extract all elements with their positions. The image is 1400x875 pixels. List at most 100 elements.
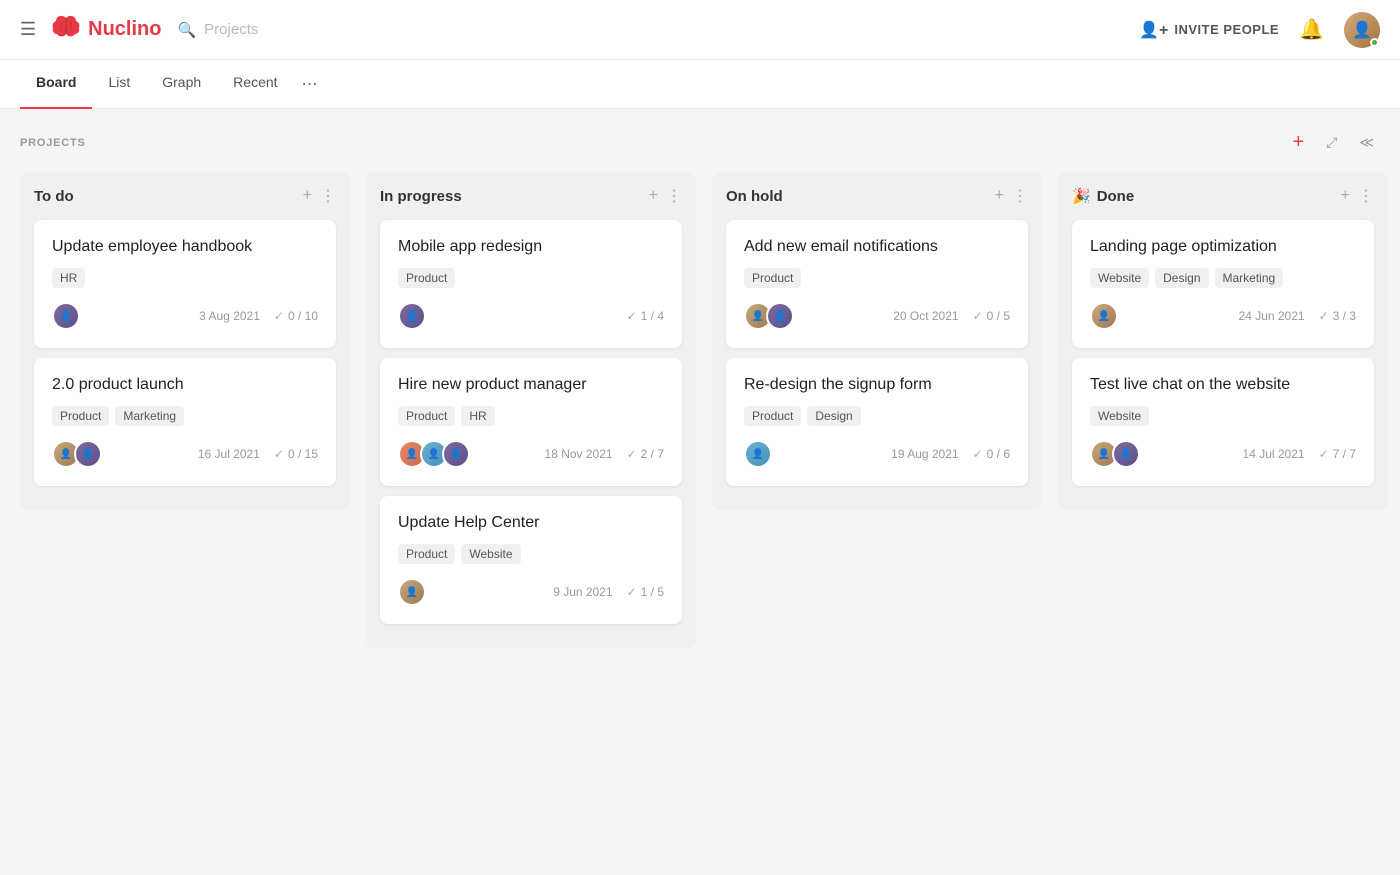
- header-left: ☰ Nuclino 🔍 Projects: [20, 14, 1139, 45]
- card-date: 16 Jul 2021: [198, 447, 260, 461]
- card-hire-manager[interactable]: Hire new product manager Product HR 👤 👤 …: [380, 358, 682, 486]
- card-tags: Product: [744, 268, 1010, 288]
- check-icon: ✓: [627, 447, 637, 461]
- avatar: 👤: [442, 440, 470, 468]
- card-tasks: ✓ 7 / 7: [1319, 447, 1356, 461]
- card-footer: 👤 19 Aug 2021 ✓ 0 / 6: [744, 440, 1010, 468]
- invite-icon: 👤+: [1139, 20, 1168, 40]
- card-footer: 👤 24 Jun 2021 ✓ 3 / 3: [1090, 302, 1356, 330]
- column-todo-title: To do: [34, 188, 74, 205]
- card-email-notifications[interactable]: Add new email notifications Product 👤 👤 …: [726, 220, 1028, 348]
- column-onhold-add[interactable]: +: [995, 187, 1004, 205]
- card-avatars: 👤 👤: [1090, 440, 1140, 468]
- card-date: 24 Jun 2021: [1239, 309, 1305, 323]
- board-header: PROJECTS + ⤢ ≪: [20, 129, 1380, 156]
- brain-icon: [52, 14, 80, 45]
- tag-design: Design: [1155, 268, 1208, 288]
- invite-button[interactable]: 👤+ INVITE PEOPLE: [1139, 20, 1279, 40]
- column-todo: To do + ⋮ Update employee handbook HR 👤: [20, 172, 350, 510]
- board-actions: + ⤢ ≪: [1286, 129, 1380, 156]
- tag-hr: HR: [461, 406, 494, 426]
- card-tasks: ✓ 0 / 6: [973, 447, 1010, 461]
- card-mobile-redesign[interactable]: Mobile app redesign Product 👤 ✓ 1 / 4: [380, 220, 682, 348]
- column-done-menu[interactable]: ⋮: [1358, 186, 1374, 206]
- tag-hr: HR: [52, 268, 85, 288]
- card-tags: Website Design Marketing: [1090, 268, 1356, 288]
- tag-marketing: Marketing: [1215, 268, 1284, 288]
- tab-list[interactable]: List: [92, 60, 146, 109]
- tab-board[interactable]: Board: [20, 60, 92, 109]
- hamburger-icon[interactable]: ☰: [20, 19, 36, 40]
- check-icon: ✓: [1319, 309, 1329, 323]
- user-avatar[interactable]: 👤: [1344, 12, 1380, 48]
- card-tags: Product Marketing: [52, 406, 318, 426]
- collapse-button[interactable]: ≪: [1353, 132, 1380, 153]
- card-tasks: ✓ 0 / 10: [274, 309, 318, 323]
- tag-website: Website: [1090, 268, 1149, 288]
- card-help-center[interactable]: Update Help Center Product Website 👤 9 J…: [380, 496, 682, 624]
- header: ☰ Nuclino 🔍 Projects 👤+ INVITE PEOPLE 🔔: [0, 0, 1400, 60]
- check-icon: ✓: [1319, 447, 1329, 461]
- tag-product: Product: [398, 544, 455, 564]
- card-footer: 👤 3 Aug 2021 ✓ 0 / 10: [52, 302, 318, 330]
- avatar: 👤: [74, 440, 102, 468]
- card-title: Test live chat on the website: [1090, 376, 1356, 394]
- column-inprogress-add[interactable]: +: [649, 187, 658, 205]
- card-title: Update employee handbook: [52, 238, 318, 256]
- card-landing-page[interactable]: Landing page optimization Website Design…: [1072, 220, 1374, 348]
- card-tasks: ✓ 3 / 3: [1319, 309, 1356, 323]
- expand-button[interactable]: ⤢: [1320, 132, 1343, 153]
- search-placeholder: Projects: [204, 21, 258, 38]
- card-product-launch[interactable]: 2.0 product launch Product Marketing 👤 👤…: [34, 358, 336, 486]
- column-done-add[interactable]: +: [1341, 187, 1350, 205]
- card-meta: ✓ 1 / 4: [627, 309, 664, 323]
- card-title: Update Help Center: [398, 514, 664, 532]
- column-inprogress-menu[interactable]: ⋮: [666, 186, 682, 206]
- column-onhold-menu[interactable]: ⋮: [1012, 186, 1028, 206]
- card-avatars: 👤 👤: [744, 302, 794, 330]
- tag-design: Design: [807, 406, 860, 426]
- column-onhold-actions: + ⋮: [995, 186, 1028, 206]
- column-done-actions: + ⋮: [1341, 186, 1374, 206]
- tab-more[interactable]: ⋯: [294, 60, 326, 108]
- tab-recent[interactable]: Recent: [217, 60, 293, 109]
- card-avatars: 👤: [52, 302, 80, 330]
- column-inprogress-header: In progress + ⋮: [380, 186, 682, 206]
- card-date: 14 Jul 2021: [1243, 447, 1305, 461]
- card-title: Mobile app redesign: [398, 238, 664, 256]
- column-inprogress: In progress + ⋮ Mobile app redesign Prod…: [366, 172, 696, 648]
- card-tags: Product: [398, 268, 664, 288]
- card-tasks: ✓ 0 / 15: [274, 447, 318, 461]
- card-footer: 👤 👤 👤 18 Nov 2021 ✓ 2 / 7: [398, 440, 664, 468]
- card-date: 18 Nov 2021: [545, 447, 613, 461]
- card-footer: 👤 👤 16 Jul 2021 ✓ 0 / 15: [52, 440, 318, 468]
- card-avatars: 👤 👤 👤: [398, 440, 470, 468]
- notifications-icon[interactable]: 🔔: [1299, 17, 1324, 42]
- tag-marketing: Marketing: [115, 406, 184, 426]
- tab-graph[interactable]: Graph: [146, 60, 217, 109]
- column-done-header: 🎉 Done + ⋮: [1072, 186, 1374, 206]
- card-tasks: ✓ 1 / 5: [627, 585, 664, 599]
- add-column-button[interactable]: +: [1286, 129, 1310, 156]
- card-live-chat[interactable]: Test live chat on the website Website 👤 …: [1072, 358, 1374, 486]
- column-todo-menu[interactable]: ⋮: [320, 186, 336, 206]
- card-tags: HR: [52, 268, 318, 288]
- avatar: 👤: [1090, 302, 1118, 330]
- column-done-title: 🎉 Done: [1072, 187, 1134, 205]
- logo[interactable]: Nuclino: [52, 14, 161, 45]
- avatar: 👤: [766, 302, 794, 330]
- card-footer: 👤 ✓ 1 / 4: [398, 302, 664, 330]
- nav-tabs: Board List Graph Recent ⋯: [0, 60, 1400, 109]
- card-avatars: 👤: [1090, 302, 1118, 330]
- card-title: 2.0 product launch: [52, 376, 318, 394]
- column-todo-add[interactable]: +: [303, 187, 312, 205]
- check-icon: ✓: [274, 447, 284, 461]
- card-signup-form[interactable]: Re-design the signup form Product Design…: [726, 358, 1028, 486]
- card-date: 19 Aug 2021: [891, 447, 958, 461]
- search-area[interactable]: 🔍 Projects: [177, 21, 258, 39]
- online-indicator: [1370, 38, 1379, 47]
- avatar: 👤: [398, 578, 426, 606]
- column-done: 🎉 Done + ⋮ Landing page optimization Web…: [1058, 172, 1388, 510]
- column-onhold-title: On hold: [726, 188, 783, 205]
- card-update-handbook[interactable]: Update employee handbook HR 👤 3 Aug 2021…: [34, 220, 336, 348]
